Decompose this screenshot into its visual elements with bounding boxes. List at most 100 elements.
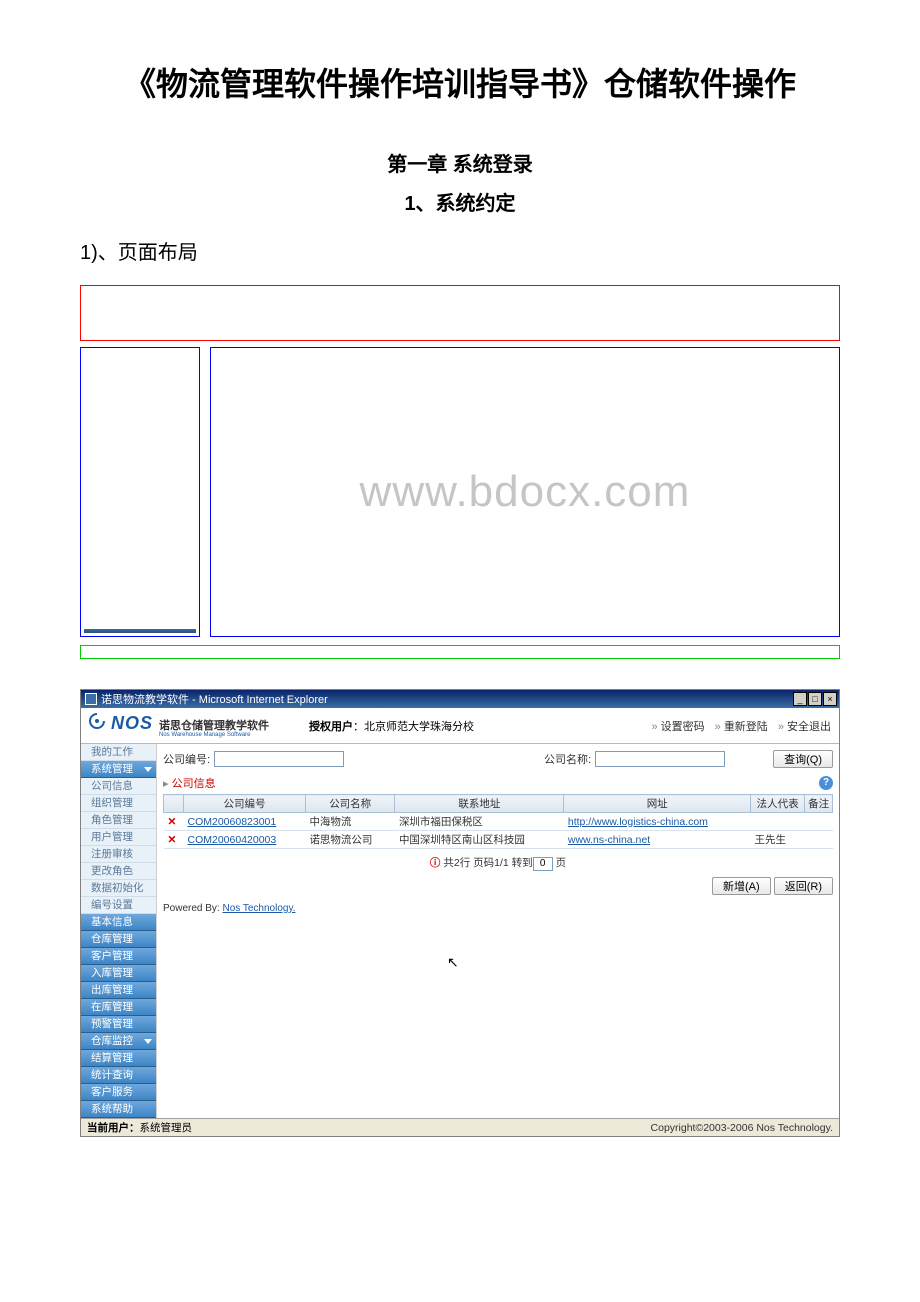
sidebar-item-customer-service[interactable]: 客户服务	[81, 1084, 156, 1101]
back-button[interactable]: 返回(R)	[774, 877, 833, 895]
sidebar-item-basic-info[interactable]: 基本信息	[81, 914, 156, 931]
close-button[interactable]: ×	[823, 692, 837, 706]
subsection-heading: 1)、页面布局	[80, 236, 840, 265]
window-titlebar: 诺思物流教学软件 - Microsoft Internet Explorer _…	[81, 690, 839, 708]
header-links: 设置密码 重新登陆 安全退出	[651, 718, 831, 734]
pager-info-icon: ⓘ	[430, 857, 441, 869]
query-button[interactable]: 查询(Q)	[773, 750, 833, 768]
sidebar-sub-org-mgmt[interactable]: 组织管理	[81, 795, 156, 812]
pager-row-word: 行	[460, 857, 471, 869]
pager-goto-label: 转到	[512, 857, 533, 869]
cell-note	[805, 813, 833, 831]
sidebar: 我的工作 系统管理 公司信息 组织管理 角色管理 用户管理 注册审核 更改角色 …	[81, 744, 157, 1118]
table-row[interactable]: ✕ COM20060823001 中海物流 深圳市福田保税区 http://ww…	[164, 813, 833, 831]
add-button[interactable]: 新增(A)	[712, 877, 771, 895]
cell-legal: 王先生	[751, 831, 805, 849]
delete-icon[interactable]: ✕	[168, 816, 177, 828]
table-header-row: 公司编号 公司名称 联系地址 网址 法人代表 备注	[164, 795, 833, 813]
link-relogin[interactable]: 重新登陆	[715, 718, 768, 734]
breadcrumb: 公司信息	[163, 775, 216, 791]
sidebar-item-outbound-mgmt[interactable]: 出库管理	[81, 982, 156, 999]
cell-code[interactable]: COM20060823001	[188, 816, 277, 828]
status-user-label: 当前用户：	[87, 1122, 140, 1134]
diagram-footer-region	[80, 645, 840, 659]
sidebar-sub-user-mgmt[interactable]: 用户管理	[81, 829, 156, 846]
col-remark: 备注	[805, 795, 833, 813]
diagram-main-region: www.bdocx.com	[210, 347, 840, 637]
auth-user-label: 授权用户	[309, 721, 353, 733]
col-legal-rep: 法人代表	[751, 795, 805, 813]
app-window: 诺思物流教学软件 - Microsoft Internet Explorer _…	[80, 689, 840, 1137]
maximize-button[interactable]: □	[808, 692, 822, 706]
cell-url[interactable]: http://www.logistics-china.com	[568, 816, 708, 828]
app-header: NOS 诺思仓储管理教学软件 Nos Warehouse Manage Soft…	[81, 708, 839, 744]
logo: NOS 诺思仓储管理教学软件 Nos Warehouse Manage Soft…	[89, 713, 269, 738]
pager-goto-input[interactable]	[533, 857, 553, 871]
diagram-header-region	[80, 285, 840, 341]
app-icon	[85, 693, 97, 705]
pager-page-total: 1	[503, 857, 509, 869]
sidebar-item-system-mgmt[interactable]: 系统管理	[81, 761, 156, 778]
status-user: 系统管理员	[140, 1122, 193, 1134]
input-company-code[interactable]	[214, 751, 344, 767]
document-title: 《物流管理软件操作培训指导书》仓储软件操作	[80, 60, 840, 108]
cursor-icon: ↖	[447, 954, 459, 971]
cell-addr: 深圳市福田保税区	[395, 813, 564, 831]
sidebar-item-settlement-mgmt[interactable]: 结算管理	[81, 1050, 156, 1067]
sidebar-item-inbound-mgmt[interactable]: 入库管理	[81, 965, 156, 982]
minimize-button[interactable]: _	[793, 692, 807, 706]
logo-text: NOS	[111, 713, 153, 734]
label-company-code: 公司编号:	[163, 751, 210, 767]
sidebar-item-customer-mgmt[interactable]: 客户管理	[81, 948, 156, 965]
pager-page-word: 页码	[473, 857, 494, 869]
powered-by: Powered By: Nos Technology.	[163, 903, 833, 914]
sidebar-item-instock-mgmt[interactable]: 在库管理	[81, 999, 156, 1016]
delete-icon[interactable]: ✕	[168, 834, 177, 846]
col-address: 联系地址	[395, 795, 564, 813]
search-bar: 公司编号: 公司名称: 查询(Q)	[163, 748, 833, 770]
chapter-heading: 第一章 系统登录	[80, 148, 840, 177]
link-logout[interactable]: 安全退出	[778, 718, 831, 734]
cell-code[interactable]: COM20060420003	[188, 834, 277, 846]
sidebar-item-stats-query[interactable]: 统计查询	[81, 1067, 156, 1084]
powered-label: Powered By:	[163, 903, 220, 914]
sidebar-sub-register-audit[interactable]: 注册审核	[81, 846, 156, 863]
pager: ⓘ 共2行 页码1/1 转到 页	[163, 855, 833, 871]
cell-name: 中海物流	[305, 813, 395, 831]
watermark-text: www.bdocx.com	[360, 467, 691, 517]
sidebar-item-warehouse-monitor[interactable]: 仓库监控	[81, 1033, 156, 1050]
sidebar-item-system-help[interactable]: 系统帮助	[81, 1101, 156, 1118]
col-company-code: 公司编号	[184, 795, 306, 813]
sidebar-sub-data-init[interactable]: 数据初始化	[81, 880, 156, 897]
diagram-sidebar-region	[80, 347, 200, 637]
cell-note	[805, 831, 833, 849]
input-company-name[interactable]	[595, 751, 725, 767]
cell-legal	[751, 813, 805, 831]
sidebar-sub-role-mgmt[interactable]: 角色管理	[81, 812, 156, 829]
sidebar-sub-change-role[interactable]: 更改角色	[81, 863, 156, 880]
cell-addr: 中国深圳特区南山区科技园	[395, 831, 564, 849]
sidebar-sub-number-setting[interactable]: 编号设置	[81, 897, 156, 914]
pager-page-suffix: 页	[556, 857, 567, 869]
main-content: 公司编号: 公司名称: 查询(Q) 公司信息 ?	[157, 744, 839, 1118]
help-icon[interactable]: ?	[819, 776, 833, 790]
company-table: 公司编号 公司名称 联系地址 网址 法人代表 备注 ✕ COM200608230…	[163, 794, 833, 849]
powered-link[interactable]: Nos Technology.	[222, 903, 295, 914]
label-company-name: 公司名称:	[544, 751, 591, 767]
layout-diagram: www.bdocx.com	[80, 285, 840, 659]
sidebar-item-my-work[interactable]: 我的工作	[81, 744, 156, 761]
table-row[interactable]: ✕ COM20060420003 诺思物流公司 中国深圳特区南山区科技园 www…	[164, 831, 833, 849]
cell-url[interactable]: www.ns-china.net	[568, 834, 650, 846]
col-company-name: 公司名称	[305, 795, 395, 813]
auth-user-value: ：北京师范大学珠海分校	[353, 721, 474, 733]
section-heading: 1、系统约定	[80, 187, 840, 216]
sidebar-item-alert-mgmt[interactable]: 预警管理	[81, 1016, 156, 1033]
logo-swirl-icon	[89, 713, 105, 729]
status-bar: 当前用户：系统管理员 Copyright©2003-2006 Nos Techn…	[81, 1118, 839, 1136]
logo-subtitle-en: Nos Warehouse Manage Software	[159, 732, 269, 738]
sidebar-sub-company-info[interactable]: 公司信息	[81, 778, 156, 795]
link-set-password[interactable]: 设置密码	[651, 718, 704, 734]
window-title: 诺思物流教学软件 - Microsoft Internet Explorer	[101, 691, 328, 707]
sidebar-item-warehouse-mgmt[interactable]: 仓库管理	[81, 931, 156, 948]
cell-name: 诺思物流公司	[305, 831, 395, 849]
